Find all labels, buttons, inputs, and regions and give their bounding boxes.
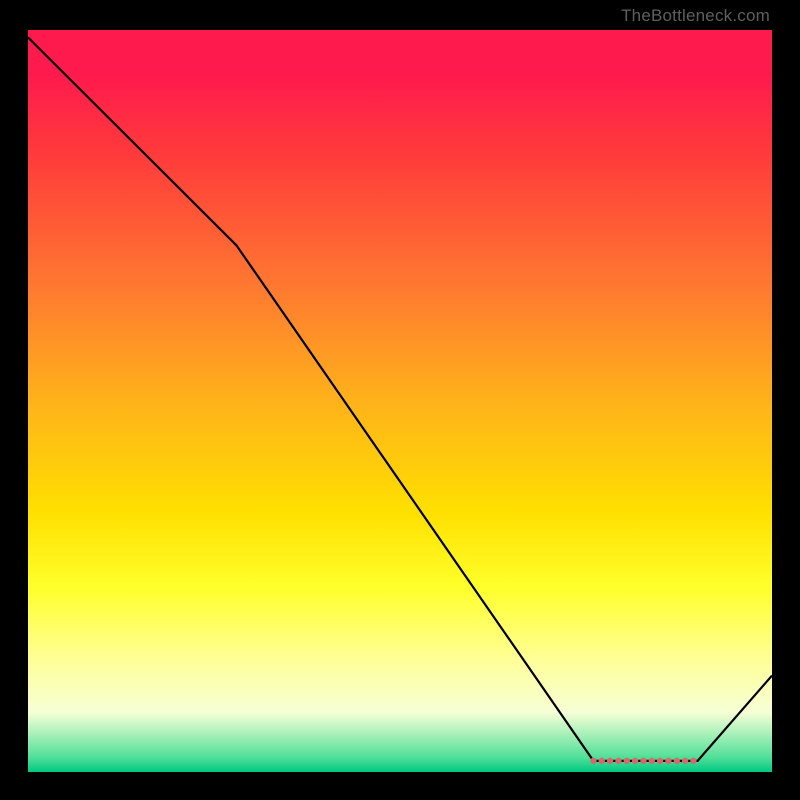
data-marker [624,758,630,764]
data-marker [615,758,621,764]
attribution-text: TheBottleneck.com [621,6,770,26]
data-marker [590,758,596,764]
line-chart-svg [28,30,772,772]
series-line [28,37,772,760]
data-marker [640,758,646,764]
data-marker [599,758,605,764]
data-marker [632,758,638,764]
data-marker [665,758,671,764]
data-marker [674,758,680,764]
data-marker [657,758,663,764]
data-marker [607,758,613,764]
data-marker [690,758,696,764]
data-marker [649,758,655,764]
chart-container: TheBottleneck.com [0,0,800,800]
data-marker [682,758,688,764]
